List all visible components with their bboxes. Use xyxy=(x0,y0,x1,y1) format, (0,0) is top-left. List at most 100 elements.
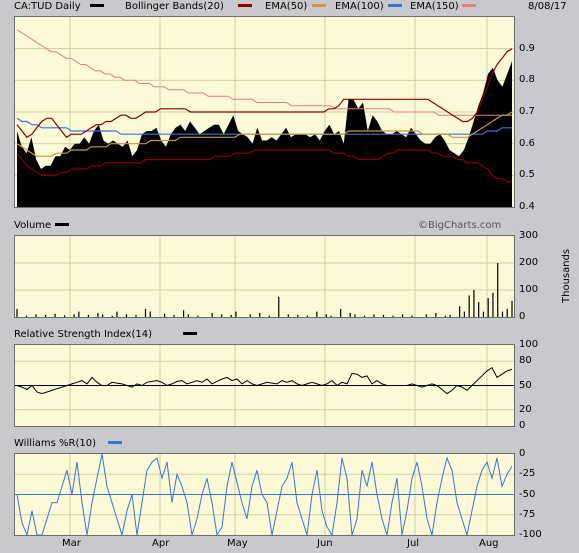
y-tick-label: 0.6 xyxy=(519,137,535,149)
x-tick-label: Aug xyxy=(479,538,499,549)
volume-bar xyxy=(382,314,385,317)
volume-bar xyxy=(497,263,499,317)
legend-ema150-swatch xyxy=(462,4,476,7)
williams-panel xyxy=(14,453,515,536)
volume-bar xyxy=(349,312,351,317)
y-tick-label: 0.9 xyxy=(519,42,535,54)
volume-bar xyxy=(511,300,513,317)
volume-bar xyxy=(230,314,232,317)
volume-bar xyxy=(173,314,175,317)
volume-bar xyxy=(97,312,99,317)
williams-panel-header: Williams %R(10) xyxy=(0,437,579,452)
x-tick-label: Mar xyxy=(62,538,81,549)
y-tick-label: -75 xyxy=(519,508,536,520)
volume-panel xyxy=(14,235,515,318)
volume-bar xyxy=(87,314,89,317)
volume-bar xyxy=(425,314,427,317)
volume-bar xyxy=(287,314,289,317)
symbol-label: CA:TUD Daily xyxy=(14,1,81,12)
volume-bar xyxy=(278,296,280,317)
y-tick-label: 0.7 xyxy=(519,106,535,117)
y-tick-label: 20 xyxy=(519,403,532,415)
volume-bar xyxy=(35,314,37,317)
volume-bar xyxy=(44,314,47,317)
y-tick-label: 80 xyxy=(519,355,532,367)
ema150-line xyxy=(16,29,512,116)
rsi-line xyxy=(16,366,513,395)
legend-ema50-swatch xyxy=(312,4,326,7)
williams-swatch xyxy=(108,441,122,444)
y-tick-label: 0.8 xyxy=(519,74,535,86)
volume-bar xyxy=(363,315,366,317)
y-tick-label: 100 xyxy=(519,284,539,295)
legend-ema50-label: EMA(50) xyxy=(265,1,308,12)
volume-bar xyxy=(135,314,137,317)
volume-bar xyxy=(463,311,466,317)
y-tick-label: 0 xyxy=(519,448,526,459)
y-tick-label: 200 xyxy=(519,257,539,268)
rsi-swatch xyxy=(183,332,197,335)
volume-bar xyxy=(73,314,75,317)
y-tick-label: -25 xyxy=(519,468,536,480)
volume-bar xyxy=(401,314,404,317)
y-tick-label: -50 xyxy=(519,488,536,500)
volume-bar xyxy=(411,315,413,317)
volume-bar xyxy=(468,295,470,317)
symbol-swatch xyxy=(90,4,104,7)
legend-ema100-swatch xyxy=(388,4,402,7)
price-plot xyxy=(15,17,514,207)
legend-bollinger-swatch xyxy=(238,4,252,7)
volume-swatch xyxy=(55,223,69,226)
volume-bar xyxy=(163,313,166,317)
volume-bar xyxy=(306,315,308,317)
legend-bollinger-label: Bollinger Bands(20) xyxy=(125,1,224,12)
volume-bar xyxy=(111,315,113,317)
volume-bar xyxy=(297,314,299,317)
volume-bar xyxy=(125,314,128,317)
rsi-title: Relative Strength Index(14) xyxy=(14,329,152,340)
volume-bar xyxy=(16,308,18,317)
volume-bar xyxy=(116,311,118,317)
y-tick-label: 0.4 xyxy=(519,201,535,212)
x-tick-label: Jun xyxy=(317,538,333,549)
volume-bar xyxy=(235,311,237,317)
volume-bar xyxy=(63,315,66,317)
rsi-plot xyxy=(15,345,514,426)
volume-bar xyxy=(144,308,147,317)
volume-bar xyxy=(492,292,494,317)
y-tick-label: 0.5 xyxy=(519,169,535,181)
chart-date: 8/08/17 xyxy=(528,1,567,12)
volume-title: Volume xyxy=(14,220,52,231)
volume-bar xyxy=(392,315,394,317)
volume-bar xyxy=(435,312,437,317)
volume-bar xyxy=(259,312,261,317)
legend-ema100-label: EMA(100) xyxy=(335,1,384,12)
volume-bar xyxy=(330,315,332,317)
ema100-line xyxy=(16,117,512,135)
rsi-panel xyxy=(14,344,515,427)
volume-bar xyxy=(478,302,480,317)
volume-bar xyxy=(501,311,504,317)
volume-bar xyxy=(102,314,104,317)
volume-bar xyxy=(316,311,318,317)
volume-bar xyxy=(211,312,213,317)
y-tick-label: 0 xyxy=(519,311,526,322)
volume-bar xyxy=(506,308,508,317)
volume-bar xyxy=(325,314,327,317)
x-tick-label: Apr xyxy=(152,538,170,549)
volume-panel-header: Volume ©BigCharts.com xyxy=(0,219,579,234)
volume-bar xyxy=(482,311,485,317)
volume-bar xyxy=(149,311,151,317)
volume-unit-label: Thousands xyxy=(561,248,572,303)
volume-bar xyxy=(459,306,461,317)
y-tick-label: 100 xyxy=(519,339,539,350)
volume-bar xyxy=(373,314,375,317)
volume-bar xyxy=(449,314,451,317)
y-tick-label: 50 xyxy=(519,379,532,391)
volume-bar xyxy=(487,298,489,317)
y-tick-label: 300 xyxy=(519,230,539,241)
x-tick-label: May xyxy=(227,538,248,549)
volume-bar xyxy=(249,314,251,317)
x-tick-label: Jul xyxy=(407,538,420,549)
volume-bar xyxy=(25,315,28,317)
